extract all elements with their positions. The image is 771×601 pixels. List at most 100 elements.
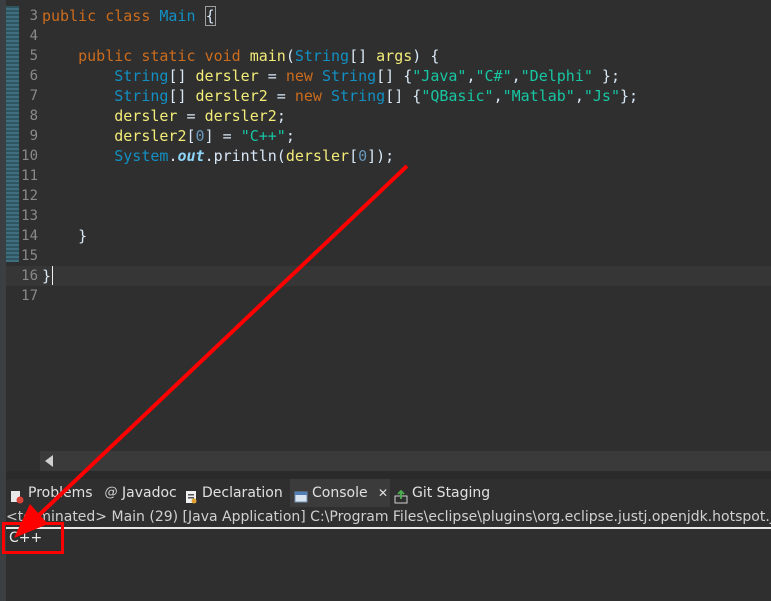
code-text: dersler = dersler2; — [42, 106, 286, 126]
problems-icon — [10, 486, 24, 504]
tab-console[interactable]: Console ✕ — [290, 479, 390, 507]
code-token: args — [376, 47, 413, 65]
code-line[interactable]: 17 — [0, 286, 771, 306]
code-token: String — [114, 67, 169, 85]
panel-tab-bar: Problems @ Javadoc Declaration Console ✕ … — [6, 479, 771, 508]
code-token: dersler2 — [114, 127, 187, 145]
code-line[interactable]: 12 — [0, 186, 771, 206]
tab-javadoc[interactable]: @ Javadoc — [104, 479, 180, 507]
line-number: 6 — [29, 68, 38, 84]
line-number: 14 — [21, 228, 38, 244]
console-output-area[interactable] — [6, 529, 771, 601]
code-line[interactable]: 10 System.out.println(dersler[0]); — [0, 146, 771, 166]
line-number: 10 — [21, 148, 38, 164]
code-token: String — [114, 87, 169, 105]
code-text: String[] dersler2 = new String[] {"QBasi… — [42, 86, 638, 106]
code-token: 0 — [195, 127, 205, 145]
code-text: } — [42, 266, 51, 286]
code-line[interactable]: 13 — [0, 206, 771, 226]
code-token: ) { — [412, 47, 440, 65]
code-line[interactable]: 3 public class Main { — [0, 6, 771, 26]
code-token: class — [105, 7, 151, 25]
code-token: "C++" — [240, 127, 286, 145]
code-token: Main — [159, 7, 196, 25]
code-token: public — [78, 47, 133, 65]
code-token: String — [331, 87, 386, 105]
code-token: }; — [620, 87, 639, 105]
line-number: 3 — [29, 8, 38, 24]
code-editor[interactable]: 3 public class Main {4 5 public static voi… — [0, 0, 771, 455]
code-line[interactable]: 5 public static void main(String[] args)… — [0, 46, 771, 66]
code-text: dersler2[0] = "C++"; — [42, 126, 295, 146]
tab-declaration[interactable]: Declaration — [184, 479, 288, 507]
code-token: }; — [592, 67, 620, 85]
close-icon[interactable]: ✕ — [378, 486, 388, 500]
code-token: , — [493, 87, 503, 105]
code-line[interactable]: 6 String[] dersler = new String[] {"Java… — [0, 66, 771, 86]
line-number: 9 — [29, 128, 38, 144]
annotation-box — [2, 522, 64, 554]
line-number: 11 — [21, 168, 38, 184]
code-token: "Matlab" — [502, 87, 575, 105]
code-text: System.out.println(dersler[0]); — [42, 146, 394, 166]
console-status: <terminated> Main (29) [Java Application… — [6, 507, 771, 527]
code-token: ; — [285, 127, 295, 145]
code-token: [ — [349, 147, 359, 165]
line-number: 17 — [21, 288, 38, 304]
git-staging-icon — [394, 486, 408, 504]
code-line[interactable]: 9 dersler2[0] = "C++"; — [0, 126, 771, 146]
code-token: [] — [168, 87, 196, 105]
code-token: [] { — [376, 67, 413, 85]
panel-separator — [6, 471, 771, 479]
tab-problems[interactable]: Problems — [10, 479, 98, 507]
tab-git-staging[interactable]: Git Staging — [394, 479, 494, 507]
code-token: dersler — [195, 67, 259, 85]
code-line[interactable]: 4 — [0, 26, 771, 46]
code-token: "Delphi" — [520, 67, 593, 85]
code-token: "QBasic" — [421, 87, 494, 105]
code-token: dersler — [285, 147, 350, 165]
code-token: } — [42, 227, 88, 245]
code-text: } — [42, 226, 87, 246]
code-token: ]); — [367, 147, 395, 165]
code-token: [] — [168, 67, 196, 85]
line-number: 16 — [21, 268, 38, 284]
code-line[interactable]: 16} — [0, 266, 771, 286]
code-token: [ — [186, 127, 196, 145]
console-icon — [294, 486, 308, 503]
tab-label: Javadoc — [122, 485, 177, 501]
code-token: public — [42, 7, 97, 25]
code-token: [] { — [385, 87, 422, 105]
line-number: 13 — [21, 208, 38, 224]
tab-label: Git Staging — [412, 485, 491, 501]
code-line[interactable]: 8 dersler = dersler2; — [0, 106, 771, 126]
code-token: [] — [349, 47, 377, 65]
line-number: 7 — [29, 88, 38, 104]
scroll-left-icon[interactable] — [45, 455, 53, 467]
tab-label: Declaration — [202, 485, 283, 501]
code-token: ] = — [204, 127, 241, 145]
code-token: "C#" — [475, 67, 512, 85]
horizontal-scrollbar[interactable] — [40, 451, 771, 471]
code-line[interactable]: 11 — [0, 166, 771, 186]
code-token: String — [294, 47, 350, 65]
line-number: 8 — [29, 108, 38, 124]
code-line[interactable]: 15 — [0, 246, 771, 266]
code-token: "Js" — [583, 87, 620, 105]
code-token: new — [294, 87, 322, 105]
code-line[interactable]: 14 } — [0, 226, 771, 246]
code-token: main — [249, 47, 286, 65]
code-token: , — [511, 67, 521, 85]
code-line[interactable]: 7 String[] dersler2 = new String[] {"QBa… — [0, 86, 771, 106]
